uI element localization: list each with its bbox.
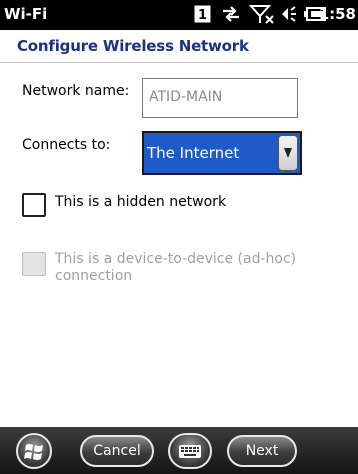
clock-time[interactable]: 1:58 bbox=[319, 5, 356, 23]
network-name-input[interactable]: ATID-MAIN bbox=[142, 78, 298, 118]
adhoc-checkbox[interactable] bbox=[22, 252, 46, 276]
hidden-network-label[interactable]: This is a hidden network bbox=[55, 194, 226, 210]
adhoc-label-line2: connection bbox=[55, 268, 133, 284]
status-bar: Wi-Fi 1 1:58 bbox=[0, 0, 358, 30]
app-title: Wi-Fi bbox=[4, 5, 48, 23]
data-connection-icon[interactable] bbox=[220, 4, 242, 24]
network-name-label: Network name: bbox=[22, 83, 130, 99]
windows-start-icon[interactable] bbox=[16, 433, 52, 469]
connects-to-select[interactable]: The Internet bbox=[142, 131, 302, 175]
keyboard-icon[interactable] bbox=[168, 433, 212, 469]
cancel-button[interactable]: Cancel bbox=[80, 435, 154, 467]
page-title: Configure Wireless Network bbox=[17, 37, 249, 55]
connects-to-label: Connects to: bbox=[22, 137, 111, 153]
adhoc-label-line1: This is a device-to-device (ad-hoc) bbox=[55, 251, 297, 267]
volume-icon[interactable] bbox=[280, 4, 302, 24]
adhoc-label: This is a device-to-device (ad-hoc) conn… bbox=[55, 251, 296, 285]
connects-to-value: The Internet bbox=[147, 144, 240, 162]
chevron-down-icon bbox=[284, 148, 292, 158]
svg-text:1: 1 bbox=[198, 8, 207, 23]
dropdown-button[interactable] bbox=[278, 135, 298, 171]
notification-count-icon[interactable]: 1 bbox=[194, 4, 211, 24]
header-divider bbox=[0, 62, 358, 63]
hidden-network-checkbox[interactable] bbox=[22, 193, 46, 217]
no-signal-icon[interactable] bbox=[248, 4, 275, 24]
next-button[interactable]: Next bbox=[227, 435, 297, 467]
bottom-bar: Cancel Next bbox=[0, 427, 358, 474]
